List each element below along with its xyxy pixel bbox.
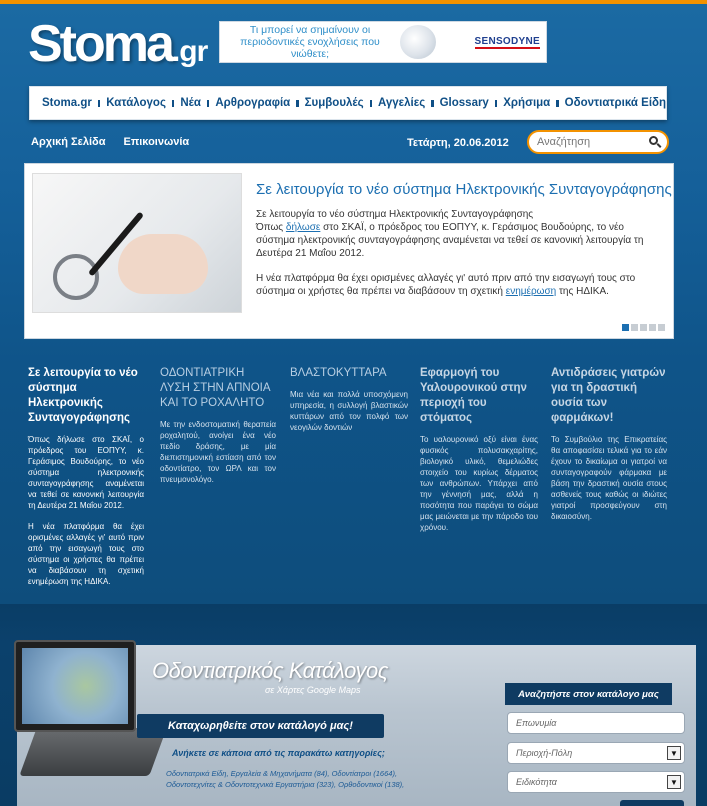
chevron-down-icon[interactable]: ▼ [667, 775, 681, 789]
slider-dot[interactable] [658, 324, 665, 331]
news-summary: Με την ενδοστοματική θεραπεία ροχαλητού,… [160, 420, 276, 484]
categories-label: Ανήκετε σε κάποια από τις παρακάτω κατηγ… [172, 748, 385, 758]
nav-separator [296, 99, 299, 107]
slide-text: Σε λειτουργία το νέο σύστημα Ηλεκτρονική… [256, 208, 662, 298]
catalog-search-button[interactable] [620, 800, 684, 806]
hand-shape [118, 234, 208, 294]
laptop-map-image [14, 640, 136, 732]
slide-text-part: Όπως [256, 222, 286, 233]
news-summary: Το Συμβούλιο της Επικρατείας θα αποφασίσ… [551, 435, 667, 521]
nav-separator [97, 99, 101, 107]
register-button[interactable]: Καταχωρηθείτε στον κατάλογό μας! [137, 714, 384, 738]
nav-item-catalog[interactable]: Κατάλογος [106, 97, 166, 109]
map-screen [22, 648, 128, 724]
news-title[interactable]: ΟΔΟΝΤΙΑΤΡΙΚΗ ΛΥΣΗ ΣΤΗΝ ΑΠΝΟΙΑ ΚΑΙ ΤΟ ΡΟΧ… [160, 366, 276, 411]
nav-separator [206, 99, 210, 107]
slider-dot[interactable] [640, 324, 647, 331]
nav-separator [171, 99, 175, 107]
slide-image[interactable] [32, 173, 242, 313]
nav-item-news[interactable]: Νέα [180, 97, 201, 109]
statement-link[interactable]: δήλωσε [286, 222, 320, 233]
nav-item-home[interactable]: Stoma.gr [42, 97, 92, 109]
ad-text: Τι μπορεί να σημαίνουν οι περιοδοντικές … [240, 24, 380, 60]
toothpaste-image [400, 25, 436, 59]
stethoscope-shape [53, 254, 99, 300]
nav-item-glossary[interactable]: Glossary [440, 97, 489, 109]
slider-dot[interactable] [622, 324, 629, 331]
logo-main: Stoma [28, 15, 175, 73]
nav-item-dental-supplies[interactable]: Οδοντιατρικά Είδη [565, 97, 666, 109]
slide-paragraph: Η νέα πλατφόρμα θα έχει ορισμένες αλλαγέ… [256, 272, 662, 298]
contact-link[interactable]: Επικοινωνία [123, 136, 189, 148]
slide-title[interactable]: Σε λειτουργία το νέο σύστημα Ηλεκτρονική… [256, 181, 672, 198]
news-summary: Το υαλουρονικό οξύ είναι ένας φυσικός πο… [420, 435, 538, 532]
catalog-title[interactable]: Οδοντιατρικός Κατάλογος [152, 658, 388, 684]
news-title[interactable]: Αντιδράσεις γιατρών για τη δραστική ουσί… [551, 366, 667, 426]
secondary-navigation: Αρχική Σελίδα Επικοινωνία [31, 136, 189, 148]
slide-paragraph: Σε λειτουργία το νέο σύστημα Ηλεκτρονική… [256, 208, 662, 260]
slider-dot[interactable] [649, 324, 656, 331]
area-city-select[interactable]: Περιοχή-Πόλη ▼ [507, 742, 685, 764]
nav-item-articles[interactable]: Αρθρογραφία [215, 97, 290, 109]
news-title[interactable]: Εφαρμογή του Υαλουρονικού στην περιοχή τ… [420, 366, 538, 426]
search-input[interactable] [537, 136, 647, 148]
news-column: Αντιδράσεις γιατρών για τη δραστική ουσί… [551, 366, 667, 522]
catalog-subtitle: σε Χάρτες Google Maps [265, 685, 361, 695]
featured-slider: Σε λειτουργία το νέο σύστημα Ηλεκτρονική… [24, 163, 674, 339]
nav-separator [369, 99, 373, 107]
news-column: ΟΔΟΝΤΙΑΤΡΙΚΗ ΛΥΣΗ ΣΤΗΝ ΑΠΝΟΙΑ ΚΑΙ ΤΟ ΡΟΧ… [160, 366, 276, 485]
nav-item-advice[interactable]: Συμβουλές [305, 97, 364, 109]
current-date: Τετάρτη, 20.06.2012 [407, 137, 509, 149]
nav-separator [494, 99, 498, 107]
news-title[interactable]: ΒΛΑΣΤΟΚΥΤΤΑΡΑ [290, 366, 408, 381]
nav-separator [431, 99, 434, 107]
logo-tld: .gr [171, 35, 208, 68]
chevron-down-icon[interactable]: ▼ [667, 746, 681, 760]
news-column: ΒΛΑΣΤΟΚΥΤΤΑΡΑ Μια νέα και πολλά υποσχόμε… [290, 366, 408, 433]
catalog-search-heading: Αναζητήστε στον κατάλογο μας [505, 683, 672, 705]
slider-pagination [622, 324, 665, 331]
specialty-placeholder: Ειδικότητα [516, 777, 557, 787]
home-link[interactable]: Αρχική Σελίδα [31, 136, 105, 148]
search-icon[interactable] [649, 136, 658, 145]
ad-brand-logo: SENSODYNE [474, 36, 540, 49]
company-name-field[interactable]: Επωνυμία [507, 712, 685, 734]
slide-text-part: της ΗΔΙΚΑ. [556, 286, 609, 297]
slide-text-line: Σε λειτουργία το νέο σύστημα Ηλεκτρονική… [256, 209, 534, 220]
specialty-select[interactable]: Ειδικότητα ▼ [507, 771, 685, 793]
nav-separator [556, 99, 559, 107]
news-summary: Όπως δήλωσε στο ΣΚΑΪ, ο πρόεδρος του ΕΟΠ… [28, 435, 144, 510]
site-logo[interactable]: Stoma.gr [28, 14, 208, 80]
update-link[interactable]: ενημέρωση [506, 286, 556, 297]
banner-ad[interactable]: Τι μπορεί να σημαίνουν οι περιοδοντικές … [219, 21, 547, 63]
nav-item-classifieds[interactable]: Αγγελίες [378, 97, 425, 109]
news-column: Εφαρμογή του Υαλουρονικού στην περιοχή τ… [420, 366, 538, 533]
news-summary: Η νέα πλατφόρμα θα έχει ορισμένες αλλαγέ… [28, 522, 144, 586]
slider-dot[interactable] [631, 324, 638, 331]
area-city-placeholder: Περιοχή-Πόλη [516, 748, 573, 758]
news-title[interactable]: Σε λειτουργία το νέο σύστημα Ηλεκτρονική… [28, 366, 144, 426]
news-column: Σε λειτουργία το νέο σύστημα Ηλεκτρονική… [28, 366, 144, 587]
categories-list[interactable]: Οδοντιατρικά Είδη, Εργαλεία & Μηχανήματα… [166, 768, 426, 790]
search-box [527, 130, 669, 154]
company-name-placeholder: Επωνυμία [516, 718, 557, 728]
news-summary: Μια νέα και πολλά υποσχόμενη υπηρεσία, η… [290, 390, 408, 432]
main-navigation: Stoma.gr Κατάλογος Νέα Αρθρογραφία Συμβο… [29, 86, 667, 120]
nav-item-useful[interactable]: Χρήσιμα [503, 97, 550, 109]
